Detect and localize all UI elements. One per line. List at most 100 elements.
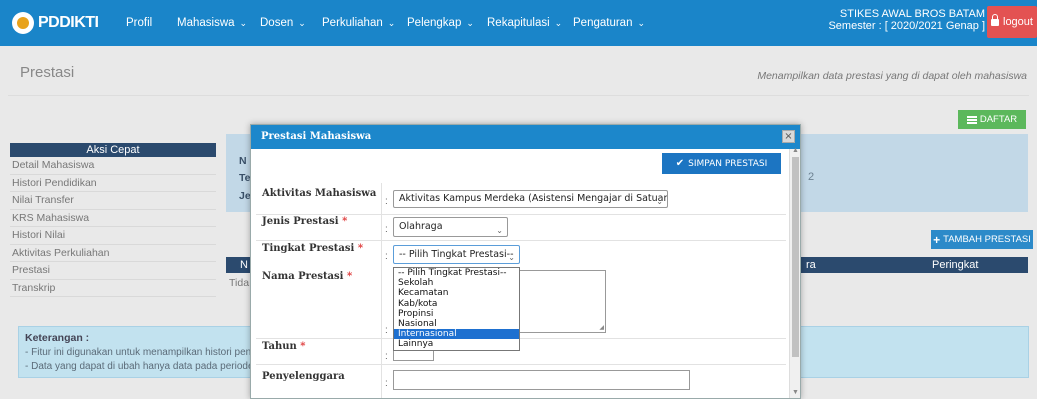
nama-label-text: Nama Prestasi bbox=[262, 271, 344, 282]
penyelenggara-label: Penyelenggara bbox=[262, 371, 345, 382]
tingkat-label: Tingkat Prestasi * bbox=[262, 243, 363, 254]
nav-item-mahasiswa[interactable]: Mahasiswa ⌄ bbox=[177, 0, 247, 46]
jenis-label-text: Jenis Prestasi bbox=[262, 216, 339, 227]
chevron-down-icon: ⌄ bbox=[656, 197, 663, 206]
quick-actions-sidebar: Aksi Cepat Detail Mahasiswa Histori Pendi… bbox=[10, 143, 216, 297]
modal-scrollbar[interactable]: ▲ ▼ bbox=[789, 147, 800, 398]
row-divider bbox=[256, 364, 786, 365]
chevron-down-icon: ⌄ bbox=[466, 17, 474, 28]
nama-label: Nama Prestasi * bbox=[262, 271, 352, 282]
sidebar-item-aktivitas-perkuliahan[interactable]: Aktivitas Perkuliahan bbox=[10, 245, 216, 262]
tahun-label-text: Tahun bbox=[262, 341, 297, 352]
chevron-down-icon: ⌄ bbox=[508, 253, 515, 262]
sidebar-item-transkrip[interactable]: Transkrip bbox=[10, 280, 216, 297]
penyelenggara-input[interactable] bbox=[393, 370, 690, 390]
nav-item-dosen[interactable]: Dosen ⌄ bbox=[260, 0, 306, 46]
tingkat-option[interactable]: Lainnya bbox=[394, 339, 519, 349]
column-header: ra bbox=[806, 259, 816, 271]
brand[interactable]: PDDIKTI bbox=[0, 0, 112, 46]
keterangan-line: - Data yang dapat di ubah hanya data pad… bbox=[25, 361, 262, 372]
divider bbox=[8, 95, 1029, 96]
list-icon bbox=[966, 115, 977, 124]
prestasi-modal: Prestasi Mahasiswa × ✔ SIMPAN PRESTASI A… bbox=[250, 124, 801, 399]
page-title: Prestasi bbox=[20, 64, 75, 81]
column-header-peringkat: Peringkat bbox=[932, 259, 979, 271]
resize-grip-icon[interactable]: ◢ bbox=[599, 324, 604, 331]
required-mark: * bbox=[342, 216, 348, 227]
logout-button[interactable]: logout bbox=[987, 6, 1037, 38]
nav-label: Pelengkap bbox=[407, 17, 462, 29]
chevron-down-icon: ⌄ bbox=[239, 17, 248, 28]
sidebar-item-prestasi[interactable]: Prestasi bbox=[10, 262, 216, 280]
info-label-fragment: Je bbox=[239, 190, 251, 202]
tingkat-option[interactable]: Kab/kota bbox=[394, 299, 519, 309]
row-divider bbox=[256, 214, 786, 215]
aktivitas-label: Aktivitas Mahasiswa bbox=[262, 188, 376, 199]
simpan-prestasi-button[interactable]: ✔ SIMPAN PRESTASI bbox=[662, 153, 781, 174]
modal-title: Prestasi Mahasiswa bbox=[251, 125, 800, 149]
daftar-button[interactable]: DAFTAR bbox=[958, 110, 1026, 129]
nav-label: Dosen bbox=[260, 17, 294, 29]
row-divider bbox=[256, 338, 786, 339]
lock-icon bbox=[991, 13, 999, 26]
scroll-down-icon[interactable]: ▼ bbox=[792, 389, 799, 396]
chevron-down-icon: ⌄ bbox=[637, 17, 646, 28]
colon: : bbox=[385, 196, 388, 207]
check-icon: ✔ bbox=[675, 158, 685, 169]
required-mark: * bbox=[357, 243, 364, 254]
nav-item-pengaturan[interactable]: Pengaturan ⌄ bbox=[573, 0, 645, 46]
tingkat-label-text: Tingkat Prestasi bbox=[262, 243, 355, 254]
aktivitas-label-text: Aktivitas Mahasiswa bbox=[262, 188, 377, 199]
colon: : bbox=[385, 378, 388, 389]
tingkat-option[interactable]: Kecamatan bbox=[394, 288, 519, 298]
logout-label: logout bbox=[1003, 16, 1033, 28]
sidebar-title: Aksi Cepat bbox=[10, 143, 216, 157]
nav-item-rekapitulasi[interactable]: Rekapitulasi ⌄ bbox=[487, 0, 562, 46]
nav-item-perkuliahan[interactable]: Perkuliahan ⌄ bbox=[322, 0, 395, 46]
sidebar-item-krs-mahasiswa[interactable]: KRS Mahasiswa bbox=[10, 210, 216, 227]
form-column-divider bbox=[381, 183, 382, 398]
tambah-label: TAMBAH PRESTASI bbox=[943, 234, 1031, 245]
tambah-prestasi-button[interactable]: + TAMBAH PRESTASI bbox=[931, 230, 1033, 249]
penyelenggara-label-text: Penyelenggara bbox=[262, 371, 345, 382]
sidebar-item-histori-nilai[interactable]: Histori Nilai bbox=[10, 227, 216, 245]
page-description: Menampilkan data prestasi yang di dapat … bbox=[757, 70, 1027, 82]
colon: : bbox=[385, 351, 388, 362]
nav-label: Mahasiswa bbox=[177, 17, 235, 29]
brand-name: PDDIKTI bbox=[38, 14, 99, 31]
sidebar-item-histori-pendidikan[interactable]: Histori Pendidikan bbox=[10, 175, 216, 192]
sidebar-item-nilai-transfer[interactable]: Nilai Transfer bbox=[10, 192, 216, 210]
info-value-fragment: 2 bbox=[808, 171, 815, 183]
scrollbar-thumb[interactable] bbox=[792, 157, 799, 357]
required-mark: * bbox=[346, 271, 353, 282]
nav-item-pelengkap[interactable]: Pelengkap ⌄ bbox=[407, 0, 474, 46]
nav-label: Perkuliahan bbox=[322, 17, 383, 29]
tingkat-option[interactable]: -- Pilih Tingkat Prestasi-- bbox=[394, 268, 519, 278]
tingkat-select[interactable]: -- Pilih Tingkat Prestasi-- ⌄ bbox=[393, 245, 520, 264]
chevron-down-icon: ⌄ bbox=[387, 17, 396, 28]
scroll-up-icon[interactable]: ▲ bbox=[792, 147, 799, 154]
chevron-down-icon: ⌄ bbox=[496, 226, 503, 235]
tingkat-option[interactable]: Sekolah bbox=[394, 278, 519, 288]
jenis-select[interactable]: Olahraga ⌄ bbox=[393, 217, 508, 237]
row-divider bbox=[256, 240, 786, 241]
info-label-fragment: Te bbox=[239, 172, 251, 184]
keterangan-line: - Fitur ini digunakan untuk menampilkan … bbox=[25, 347, 260, 358]
close-icon[interactable]: × bbox=[782, 130, 795, 143]
table-empty-text: Tida bbox=[229, 277, 250, 289]
tingkat-option[interactable]: Nasional bbox=[394, 319, 519, 329]
nav-label: Rekapitulasi bbox=[487, 17, 550, 29]
nav-item-profil[interactable]: Profil bbox=[126, 0, 152, 46]
daftar-label: DAFTAR bbox=[979, 114, 1018, 125]
tingkat-option[interactable]: Internasional bbox=[394, 329, 519, 340]
tahun-label: Tahun * bbox=[262, 341, 306, 352]
colon: : bbox=[385, 325, 388, 336]
aktivitas-select[interactable]: Aktivitas Kampus Merdeka (Asistensi Meng… bbox=[393, 190, 668, 208]
info-label-fragment: N bbox=[239, 155, 247, 167]
colon: : bbox=[385, 251, 388, 262]
tingkat-value: -- Pilih Tingkat Prestasi-- bbox=[399, 249, 514, 260]
campus-name: STIKES AWAL BROS BATAM bbox=[839, 8, 985, 20]
campus-info: STIKES AWAL BROS BATAM Semester : [ 2020… bbox=[828, 8, 985, 32]
sidebar-item-detail-mahasiswa[interactable]: Detail Mahasiswa bbox=[10, 157, 216, 175]
tingkat-option[interactable]: Propinsi bbox=[394, 309, 519, 319]
